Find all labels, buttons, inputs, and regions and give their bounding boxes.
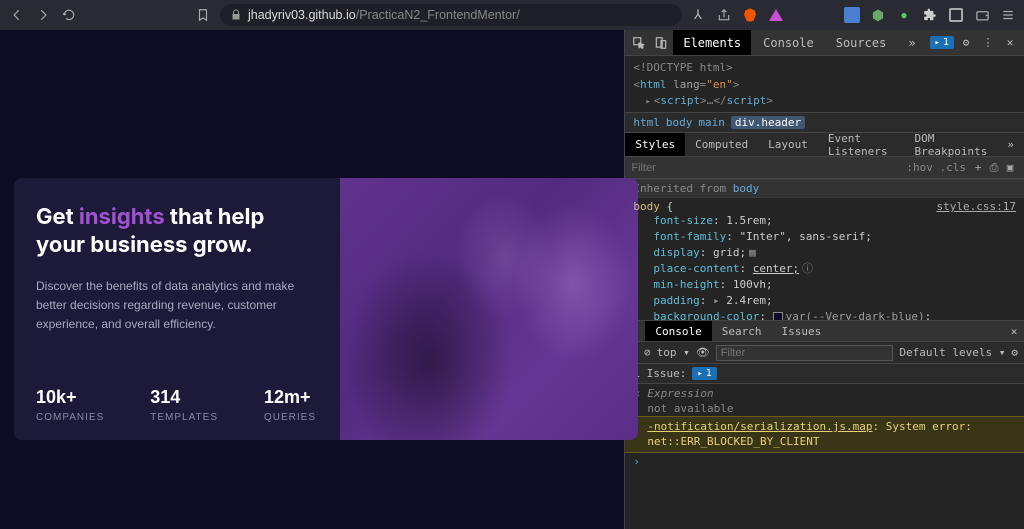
card-paragraph: Discover the benefits of data analytics …	[36, 277, 316, 335]
rule-body[interactable]: style.css:17 body { font-size: 1.5rem; f…	[625, 198, 1024, 320]
context-selector[interactable]: top ▾	[657, 346, 690, 359]
styles-subtabs: Styles Computed Layout Event Listeners D…	[625, 133, 1024, 157]
extension-icon-2[interactable]: ⬢	[870, 7, 886, 23]
breadcrumb-html[interactable]: html	[633, 116, 660, 129]
console-issue-bar[interactable]: 1 Issue: ▸1	[625, 364, 1024, 384]
tab-sources[interactable]: Sources	[826, 30, 897, 55]
extension-icon-3[interactable]: ●	[896, 7, 912, 23]
stat-companies: 10k+ COMPANIES	[36, 387, 104, 423]
share-icon[interactable]	[716, 7, 732, 23]
grid-badge-icon[interactable]: ▦	[749, 245, 756, 261]
styles-panel-icon[interactable]: ▣	[1002, 161, 1018, 174]
bookmark-icon[interactable]	[194, 6, 212, 24]
drawer-tab-search[interactable]: Search	[712, 321, 772, 341]
reload-button[interactable]	[60, 6, 78, 24]
subtab-dom-breakpoints[interactable]: DOM Breakpoints	[905, 133, 998, 156]
devtools-tabs: Elements Console Sources » ▸1 ⚙ ⋮ ✕	[625, 30, 1024, 56]
styles-filter-row: :hov .cls + ⎙ ▣	[625, 157, 1024, 179]
brave-rewards-icon[interactable]	[768, 7, 784, 23]
drawer-tab-console[interactable]: Console	[645, 321, 711, 341]
extension-icon-1[interactable]	[844, 7, 860, 23]
devtools-panel: Elements Console Sources » ▸1 ⚙ ⋮ ✕ <!DO…	[624, 30, 1024, 529]
subtab-layout[interactable]: Layout	[758, 133, 818, 156]
page-viewport: Get insights that help your business gro…	[0, 30, 624, 529]
subtab-computed[interactable]: Computed	[685, 133, 758, 156]
stats-card: Get insights that help your business gro…	[14, 178, 638, 440]
new-style-rule-icon[interactable]: +	[970, 161, 986, 174]
stat-templates: 314 TEMPLATES	[150, 387, 218, 423]
issues-badge[interactable]: ▸1	[930, 36, 954, 49]
devtools-settings-icon[interactable]: ⚙	[956, 36, 976, 49]
url-text: jhadyriv03.github.io/PracticaN2_Frontend…	[248, 8, 520, 22]
stat-queries: 12m+ QUERIES	[264, 387, 316, 423]
wallet-icon[interactable]	[974, 7, 990, 23]
subtab-styles[interactable]: Styles	[625, 133, 685, 156]
log-levels-selector[interactable]: Default levels ▾	[899, 346, 1005, 359]
console-output[interactable]: ✕Expression not available -notification/…	[625, 384, 1024, 529]
devtools-kebab-icon[interactable]: ⋮	[978, 36, 998, 49]
drawer-tab-issues[interactable]: Issues	[771, 321, 831, 341]
rule-source-link[interactable]: style.css:17	[937, 200, 1016, 213]
hov-cls-toggle[interactable]: :hov .cls	[906, 161, 966, 174]
tab-more[interactable]: »	[898, 30, 925, 55]
breadcrumb-selected[interactable]: div.header	[731, 116, 805, 129]
inherited-from-body: Inherited from body	[625, 179, 1024, 198]
card-heading: Get insights that help your business gro…	[36, 204, 318, 259]
console-toolbar: ▸ ⊘ top ▾ 👁 Default levels ▾ ⚙	[625, 342, 1024, 364]
tab-console[interactable]: Console	[753, 30, 824, 55]
console-prompt[interactable]: ›	[625, 453, 1024, 470]
drawer-close-icon[interactable]: ✕	[1004, 325, 1024, 338]
styles-pane[interactable]: Inherited from body style.css:17 body { …	[625, 179, 1024, 320]
subtab-more[interactable]: »	[997, 133, 1024, 156]
subtab-event-listeners[interactable]: Event Listeners	[818, 133, 905, 156]
inspect-element-icon[interactable]	[629, 36, 649, 50]
dom-breadcrumb: html body main div.header	[625, 112, 1024, 133]
tab-elements[interactable]: Elements	[673, 30, 751, 55]
console-drawer-tabs: ⋮ Console Search Issues ✕	[625, 320, 1024, 342]
url-bar[interactable]: jhadyriv03.github.io/PracticaN2_Frontend…	[220, 4, 682, 26]
back-button[interactable]	[8, 6, 26, 24]
menu-icon[interactable]	[1000, 7, 1016, 23]
styles-print-icon[interactable]: ⎙	[986, 161, 1002, 175]
console-settings-icon[interactable]: ⚙	[1011, 346, 1018, 359]
card-image	[340, 178, 638, 440]
device-toggle-icon[interactable]	[651, 36, 671, 50]
forward-button[interactable]	[34, 6, 52, 24]
clear-console-icon[interactable]: ⊘	[644, 346, 651, 359]
breadcrumb-body[interactable]: body	[666, 116, 693, 129]
sidebar-panel-icon[interactable]	[948, 7, 964, 23]
breadcrumb-main[interactable]: main	[698, 116, 725, 129]
styles-filter-input[interactable]	[631, 162, 906, 174]
dom-tree[interactable]: <!DOCTYPE html> <html lang="en"> <script…	[625, 56, 1024, 112]
translate-icon[interactable]: ⅄	[690, 7, 706, 23]
live-expression-icon[interactable]: 👁	[696, 346, 710, 359]
console-filter-input[interactable]	[716, 345, 894, 361]
browser-toolbar: jhadyriv03.github.io/PracticaN2_Frontend…	[0, 0, 1024, 30]
info-icon[interactable]: ⓘ	[802, 261, 813, 277]
color-swatch-icon[interactable]	[773, 312, 783, 320]
lock-icon	[230, 9, 242, 21]
devtools-close-icon[interactable]: ✕	[1000, 36, 1020, 49]
extensions-puzzle-icon[interactable]	[922, 7, 938, 23]
brave-shields-icon[interactable]	[742, 7, 758, 23]
console-warning: -notification/serialization.js.map: Syst…	[625, 416, 1024, 453]
